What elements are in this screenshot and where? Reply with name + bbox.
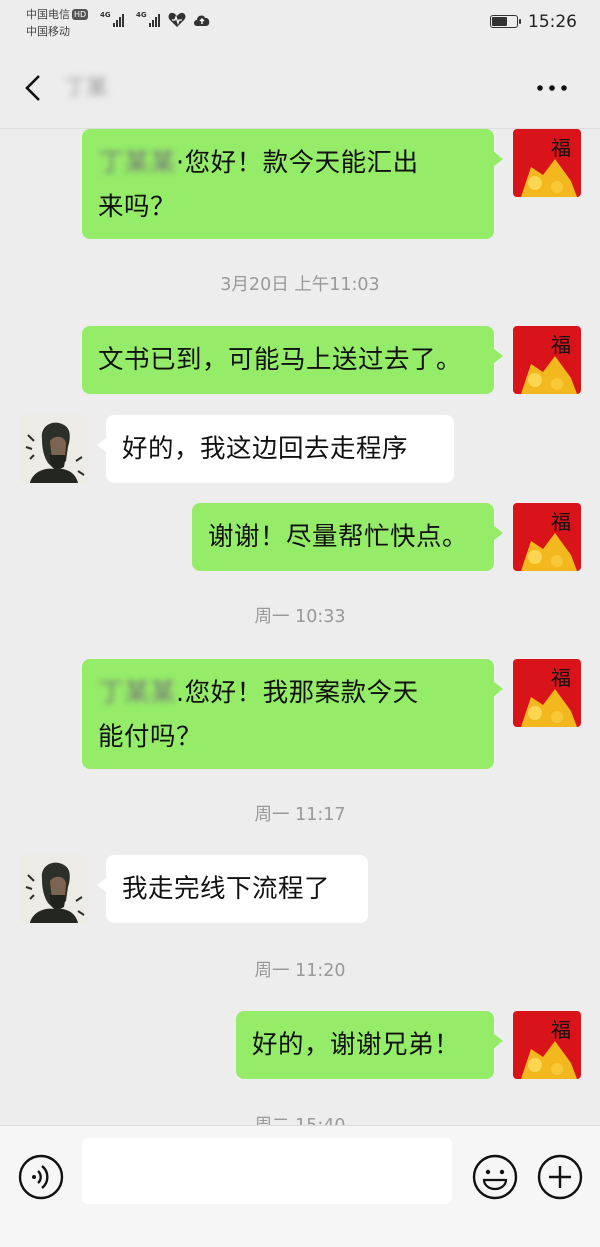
svg-text:福: 福: [551, 333, 571, 357]
fortune-avatar-icon[interactable]: 福: [513, 503, 581, 571]
message-text: 谢谢！尽量帮忙快点。: [208, 522, 469, 552]
carrier-2: 中国移动: [26, 25, 70, 38]
timestamp: 周一 11:20: [254, 961, 346, 981]
message-bubble-received[interactable]: 我走完线下流程了: [97, 855, 368, 923]
signal-icon-1: 4G: [100, 11, 124, 27]
message-bubble-sent[interactable]: 好的，谢谢兄弟！: [236, 1011, 503, 1079]
message-text: 能付吗？: [98, 722, 203, 752]
signal-icon-2: 4G: [136, 11, 160, 27]
fortune-avatar-icon[interactable]: 福: [513, 326, 581, 394]
battery-icon: [490, 15, 521, 28]
voice-icon[interactable]: [16, 1152, 66, 1202]
svg-text:福: 福: [551, 1018, 571, 1042]
message-bubble-sent[interactable]: 文书已到，可能马上送过去了。: [82, 326, 503, 394]
status-time: 15:26: [528, 12, 577, 32]
message-bubble-sent[interactable]: 丁某某.您好！我那案款今天 能付吗？: [82, 659, 503, 769]
fortune-avatar-icon[interactable]: 福: [513, 659, 581, 727]
message-bubble-sent[interactable]: 谢谢！尽量帮忙快点。: [192, 503, 503, 571]
man-portrait-avatar-icon[interactable]: [20, 415, 88, 483]
fortune-avatar-icon[interactable]: 福: [513, 129, 581, 197]
message-text: 我走完线下流程了: [122, 874, 331, 904]
svg-text:福: 福: [551, 136, 571, 160]
fortune-avatar-icon[interactable]: 福: [513, 1011, 581, 1079]
chevron-left-icon[interactable]: [18, 72, 50, 104]
message-text: 文书已到，可能马上送过去了。: [98, 345, 463, 375]
emoji-icon[interactable]: [470, 1152, 520, 1202]
message-list[interactable]: 丁某某·您好！款今天能汇出 来吗？ 福 3月20日 上午11:03 文书已到，可…: [0, 129, 600, 1136]
heart-icon: [168, 12, 186, 27]
message-text: ·您好！款今天能汇出: [176, 148, 419, 178]
timestamp: 周一 11:17: [254, 805, 346, 825]
message-text: 来吗？: [98, 192, 177, 222]
man-portrait-avatar-icon[interactable]: [20, 855, 88, 923]
timestamp: 3月20日 上午11:03: [220, 275, 380, 295]
status-bar: 中国电信 HD 中国移动 4G 4G 15:26: [0, 0, 600, 46]
input-bar: [0, 1125, 600, 1247]
plus-icon[interactable]: [535, 1152, 585, 1202]
message-bubble-sent[interactable]: 丁某某·您好！款今天能汇出 来吗？: [82, 129, 503, 239]
redacted-name: 丁某某: [98, 678, 177, 708]
chat-title: 丁某: [64, 76, 109, 101]
cloud-icon: [194, 15, 210, 26]
more-dots-icon[interactable]: [532, 76, 572, 100]
message-text: 好的，谢谢兄弟！: [252, 1030, 461, 1060]
svg-text:福: 福: [551, 510, 571, 534]
message-input[interactable]: [82, 1138, 452, 1204]
message-text: 好的，我这边回去走程序: [122, 434, 409, 464]
redacted-name: 丁某某: [98, 148, 177, 178]
hd-badge: HD: [72, 9, 89, 20]
chat-header: 丁某: [0, 46, 600, 129]
timestamp: 周一 10:33: [254, 607, 346, 627]
message-text: .您好！我那案款今天: [176, 678, 419, 708]
svg-text:福: 福: [551, 666, 571, 690]
message-bubble-received[interactable]: 好的，我这边回去走程序: [97, 415, 454, 483]
carrier-1: 中国电信 HD: [26, 8, 89, 21]
